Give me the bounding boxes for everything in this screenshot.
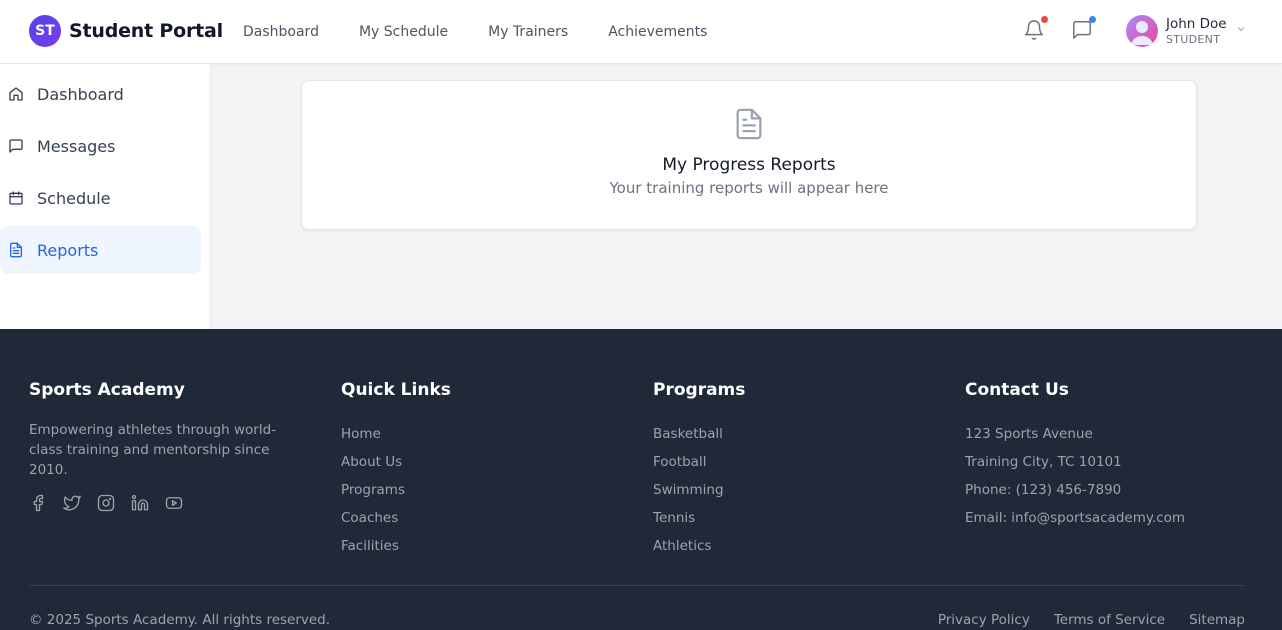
sidebar-item-label: Messages [37,136,116,156]
sidebar-item-label: Schedule [37,188,111,208]
message-badge [1089,16,1096,23]
nav-dashboard[interactable]: Dashboard [243,24,319,40]
sidebar-item-schedule[interactable]: Schedule [0,174,201,222]
sidebar-item-label: Reports [37,240,99,260]
footer: Sports Academy Empowering athletes throu… [0,329,1282,630]
social-links [29,494,309,512]
footer-program-tennis[interactable]: Tennis [653,504,745,532]
chevron-down-icon [1237,27,1244,32]
footer-programs-title: Programs [653,380,746,400]
top-nav: Dashboard My Schedule My Trainers Achiev… [243,0,747,64]
user-avatar-icon [1131,21,1153,45]
sitemap-link[interactable]: Sitemap [1189,612,1245,628]
footer-program-athletics[interactable]: Athletics [653,532,745,560]
legal-links: Privacy Policy Terms of Service Sitemap [914,612,1245,628]
sidebar-item-dashboard[interactable]: Dashboard [0,70,201,118]
chat-icon[interactable] [1071,16,1096,43]
avatar [1126,15,1158,47]
nav-achievements[interactable]: Achievements [608,24,707,40]
youtube-icon[interactable] [165,494,183,512]
footer-about-title: Sports Academy [29,380,185,400]
footer-programs: Programs Basketball Football Swimming Te… [653,380,745,560]
document-icon [732,105,766,143]
footer-link-coaches[interactable]: Coaches [341,504,451,532]
contact-phone: Phone: (123) 456-7890 [965,482,1122,498]
document-icon [10,242,22,258]
contact-city: Training City, TC 10101 [965,454,1122,470]
linkedin-icon[interactable] [131,494,149,512]
footer-contact: Contact Us 123 Sports Avenue Training Ci… [965,380,1185,532]
footer-quick-links-title: Quick Links [341,380,451,400]
sidebar: Dashboard Messages Schedule Reports [0,64,211,329]
footer-link-about-us[interactable]: About Us [341,448,451,476]
twitter-icon[interactable] [63,494,81,512]
footer-divider [29,585,1245,586]
footer-about: Sports Academy Empowering athletes throu… [29,380,309,512]
privacy-policy-link[interactable]: Privacy Policy [938,612,1030,628]
copyright: © 2025 Sports Academy. All rights reserv… [29,612,331,628]
footer-program-football[interactable]: Football [653,448,745,476]
sidebar-item-reports[interactable]: Reports [0,226,201,274]
notification-badge [1041,16,1048,23]
instagram-icon[interactable] [97,494,115,512]
sidebar-item-label: Dashboard [37,84,124,104]
footer-link-home[interactable]: Home [341,420,451,448]
footer-program-basketball[interactable]: Basketball [653,420,745,448]
user-menu[interactable]: John Doe STUDENT [1126,15,1247,47]
notification-bell-icon[interactable] [1023,16,1048,43]
sidebar-item-messages[interactable]: Messages [0,122,201,170]
brand-logo[interactable]: ST Student Portal [29,15,223,47]
nav-my-trainers[interactable]: My Trainers [488,24,568,40]
user-role: STUDENT [1166,32,1221,46]
brand-badge: ST [29,15,61,47]
footer-contact-title: Contact Us [965,380,1069,400]
footer-link-facilities[interactable]: Facilities [341,532,451,560]
home-icon [9,87,23,101]
progress-reports-card: My Progress Reports Your training report… [301,80,1197,230]
top-navbar: ST Student Portal Dashboard My Schedule … [0,0,1282,64]
footer-about-text: Empowering athletes through world-class … [29,422,277,478]
footer-quick-links: Quick Links Home About Us Programs Coach… [341,380,451,560]
terms-of-service-link[interactable]: Terms of Service [1054,612,1165,628]
contact-email: Email: info@sportsacademy.com [965,510,1186,526]
nav-my-schedule[interactable]: My Schedule [359,24,448,40]
calendar-icon [9,191,23,205]
card-title: My Progress Reports [662,155,836,175]
brand-name: Student Portal [69,20,223,42]
footer-program-swimming[interactable]: Swimming [653,476,745,504]
facebook-icon[interactable] [29,494,47,512]
message-icon [9,139,23,153]
card-subtitle: Your training reports will appear here [609,179,889,197]
user-name: John Doe [1166,16,1227,33]
contact-address: 123 Sports Avenue [965,426,1093,442]
footer-link-programs[interactable]: Programs [341,476,451,504]
